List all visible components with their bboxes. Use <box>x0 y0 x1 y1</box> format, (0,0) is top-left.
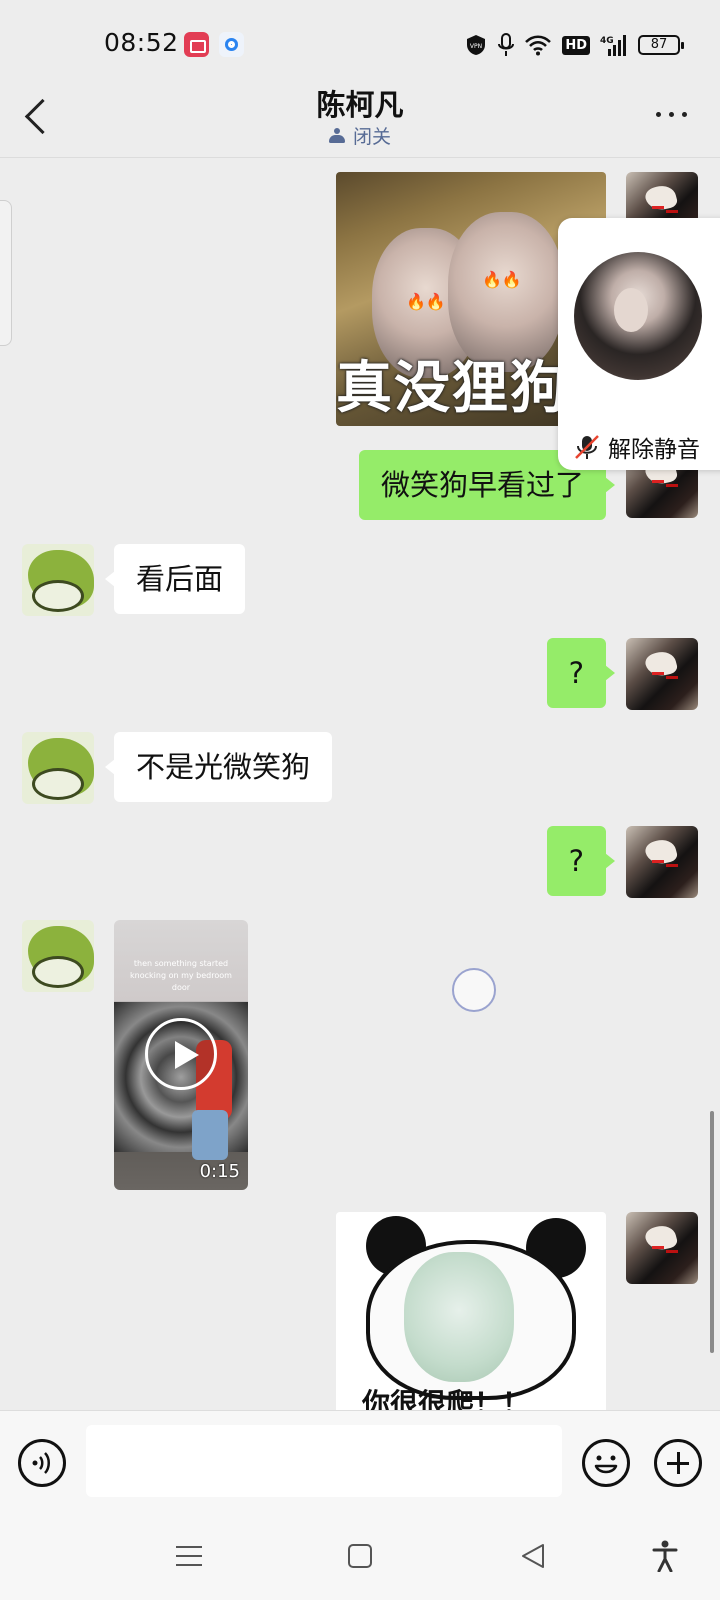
screen-record-icon <box>184 32 209 57</box>
fire-emoji-icon: 🔥🔥 <box>406 292 446 311</box>
fire-emoji-icon: 🔥🔥 <box>482 270 522 289</box>
status-bar: 08:52 VPN HD 4G 87 <box>0 0 720 80</box>
status-icons: VPN HD 4G 87 <box>464 32 684 58</box>
vpn-icon: VPN <box>467 35 486 55</box>
system-nav-bar <box>0 1514 720 1600</box>
signal-icon: 4G <box>600 35 626 56</box>
scrollbar[interactable] <box>710 1111 714 1353</box>
chat-status-label: 闭关 <box>352 126 391 148</box>
accessibility-icon[interactable] <box>652 1540 678 1572</box>
floating-call-window[interactable]: 解除静音 <box>558 218 720 470</box>
emoji-button[interactable] <box>582 1439 630 1487</box>
more-functions-button[interactable] <box>654 1439 702 1487</box>
unmute-label: 解除静音 <box>608 437 700 463</box>
message-bubble-self[interactable]: ? <box>546 638 616 708</box>
input-bar <box>0 1410 720 1514</box>
unmute-button[interactable]: 解除静音 <box>574 430 700 464</box>
mic-muted-icon <box>575 435 599 459</box>
play-icon[interactable] <box>145 1018 217 1090</box>
contact-avatar[interactable] <box>22 920 94 992</box>
wifi-icon <box>525 35 552 56</box>
sticker-caption: 你很很爬！！ <box>362 1387 531 1410</box>
message-input[interactable] <box>86 1425 562 1497</box>
chat-header: 陈柯凡 闭关 <box>0 80 720 158</box>
mic-icon <box>498 33 515 56</box>
recent-apps-icon[interactable] <box>176 1544 202 1568</box>
video-caption: then something started knocking on my be… <box>130 959 232 992</box>
self-avatar[interactable] <box>626 638 698 710</box>
nav-back-icon[interactable] <box>520 1542 546 1570</box>
video-message[interactable]: then something started knocking on my be… <box>114 920 248 1190</box>
voice-icon <box>32 1452 50 1474</box>
meditation-status-icon <box>328 128 345 144</box>
status-time: 08:52 <box>104 28 179 57</box>
voice-input-button[interactable] <box>18 1439 66 1487</box>
video-duration: 0:15 <box>199 1161 240 1182</box>
call-avatar <box>574 252 702 380</box>
message-bubble-self[interactable]: ? <box>546 826 616 896</box>
video-thumbnail-figure <box>192 1110 228 1160</box>
panda-face <box>404 1252 514 1382</box>
network-type-label: 4G <box>600 36 614 46</box>
message-bubble-contact[interactable]: 不是光微笑狗 <box>104 732 333 802</box>
message-bubble-contact[interactable]: 看后面 <box>104 544 246 614</box>
home-icon[interactable] <box>348 1544 372 1568</box>
app-notification-icon <box>219 32 244 57</box>
sticker-message[interactable]: 你很很爬！！ <box>336 1212 606 1410</box>
hd-icon: HD <box>562 35 590 55</box>
contact-avatar[interactable] <box>22 732 94 804</box>
chat-title: 陈柯凡 <box>316 88 404 122</box>
side-panel-handle[interactable] <box>0 200 12 346</box>
chat-status[interactable]: 闭关 <box>0 122 720 149</box>
loading-spinner-icon <box>452 968 496 1012</box>
contact-avatar[interactable] <box>22 544 94 616</box>
self-avatar[interactable] <box>626 826 698 898</box>
svg-text:VPN: VPN <box>470 43 482 50</box>
battery-icon: 87 <box>638 35 684 55</box>
smiley-icon <box>594 1455 618 1474</box>
more-options-button[interactable] <box>652 98 692 128</box>
self-avatar[interactable] <box>626 1212 698 1284</box>
